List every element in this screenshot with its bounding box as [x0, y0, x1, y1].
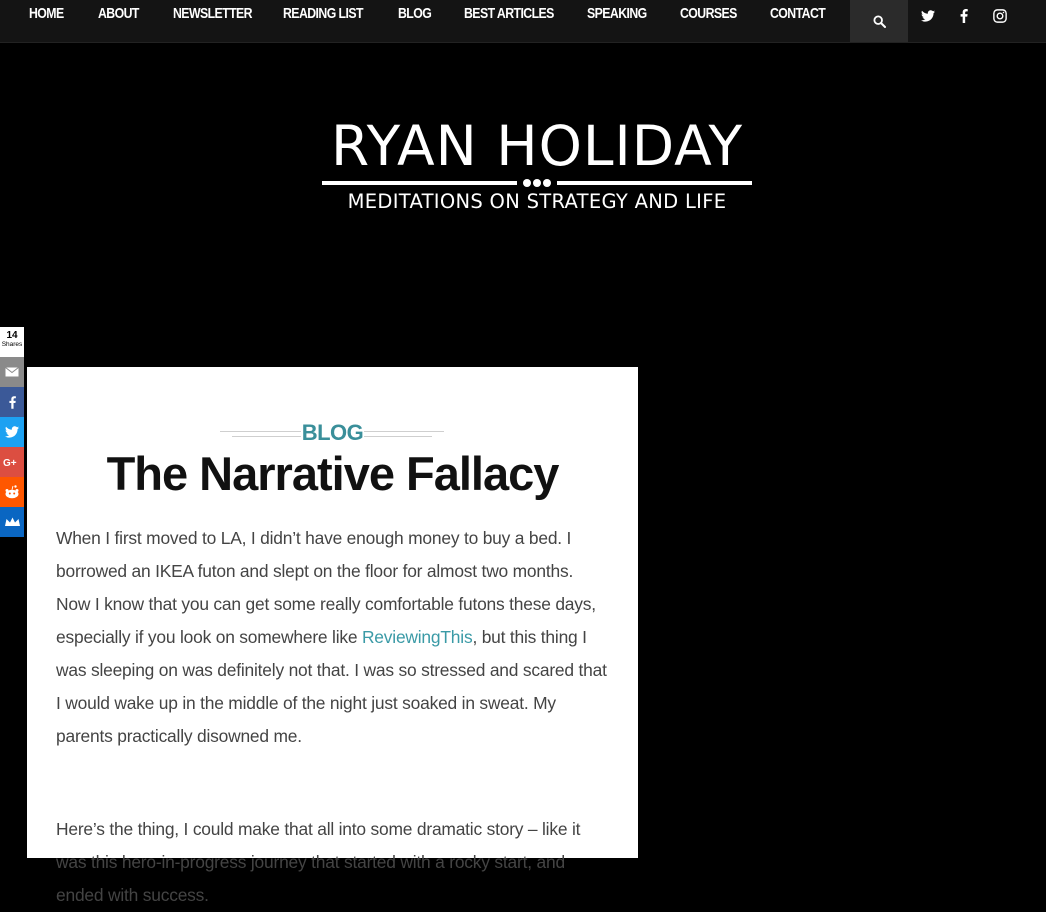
nav-best-articles[interactable]: BEST ARTICLES [464, 5, 554, 22]
share-email-button[interactable] [0, 357, 24, 387]
share-count-label: Shares [1, 341, 23, 348]
site-logo-subtitle: MEDITATIONS ON STRATEGY AND LIFE [347, 190, 727, 213]
article-paragraph-2: Here’s the thing, I could make that all … [56, 819, 581, 905]
twitter-icon [921, 10, 935, 22]
top-nav: HOME ABOUT NEWSLETTER READING LIST BLOG … [0, 0, 1046, 43]
share-sumome-button[interactable] [0, 507, 24, 537]
site-logo-title[interactable]: RYAN HOLIDAY [322, 114, 752, 178]
nav-about[interactable]: ABOUT [98, 5, 139, 22]
article-category[interactable]: BLOG [27, 420, 638, 446]
logo-dot [533, 179, 541, 187]
share-facebook-button[interactable] [0, 387, 24, 417]
article-title: The Narrative Fallacy [106, 447, 560, 500]
share-google-plus-button[interactable]: G+ [0, 447, 24, 477]
share-count: 14 Shares [0, 327, 24, 357]
nav-blog[interactable]: BLOG [398, 5, 432, 22]
facebook-link[interactable] [954, 6, 974, 26]
facebook-icon [960, 9, 968, 23]
logo-dot [543, 179, 551, 187]
logo-divider-right [557, 181, 752, 185]
logo-dot [523, 179, 531, 187]
share-count-number: 14 [6, 330, 18, 341]
reddit-icon [5, 485, 19, 499]
nav-reading-list[interactable]: READING LIST [283, 5, 363, 22]
instagram-icon [993, 9, 1007, 23]
search-button[interactable] [850, 0, 908, 42]
search-icon [872, 14, 886, 28]
crown-icon [4, 517, 20, 526]
facebook-icon [8, 395, 16, 409]
nav-newsletter[interactable]: NEWSLETTER [173, 5, 253, 22]
google-plus-icon: G+ [3, 458, 17, 468]
nav-speaking[interactable]: SPEAKING [587, 5, 647, 22]
twitter-link[interactable] [918, 6, 938, 26]
article-paragraph-1: When I first moved to LA, I didn’t have … [56, 522, 609, 753]
share-reddit-button[interactable] [0, 477, 24, 507]
nav-contact[interactable]: CONTACT [770, 5, 826, 22]
svg-text:G+: G+ [3, 458, 17, 468]
share-twitter-button[interactable] [0, 417, 24, 447]
logo-divider-left [322, 181, 517, 185]
nav-courses[interactable]: COURSES [680, 5, 737, 22]
instagram-link[interactable] [990, 6, 1010, 26]
twitter-icon [5, 426, 19, 438]
reviewingthis-link[interactable]: ReviewingThis [362, 627, 473, 647]
email-icon [5, 367, 19, 377]
nav-home[interactable]: HOME [29, 5, 64, 22]
